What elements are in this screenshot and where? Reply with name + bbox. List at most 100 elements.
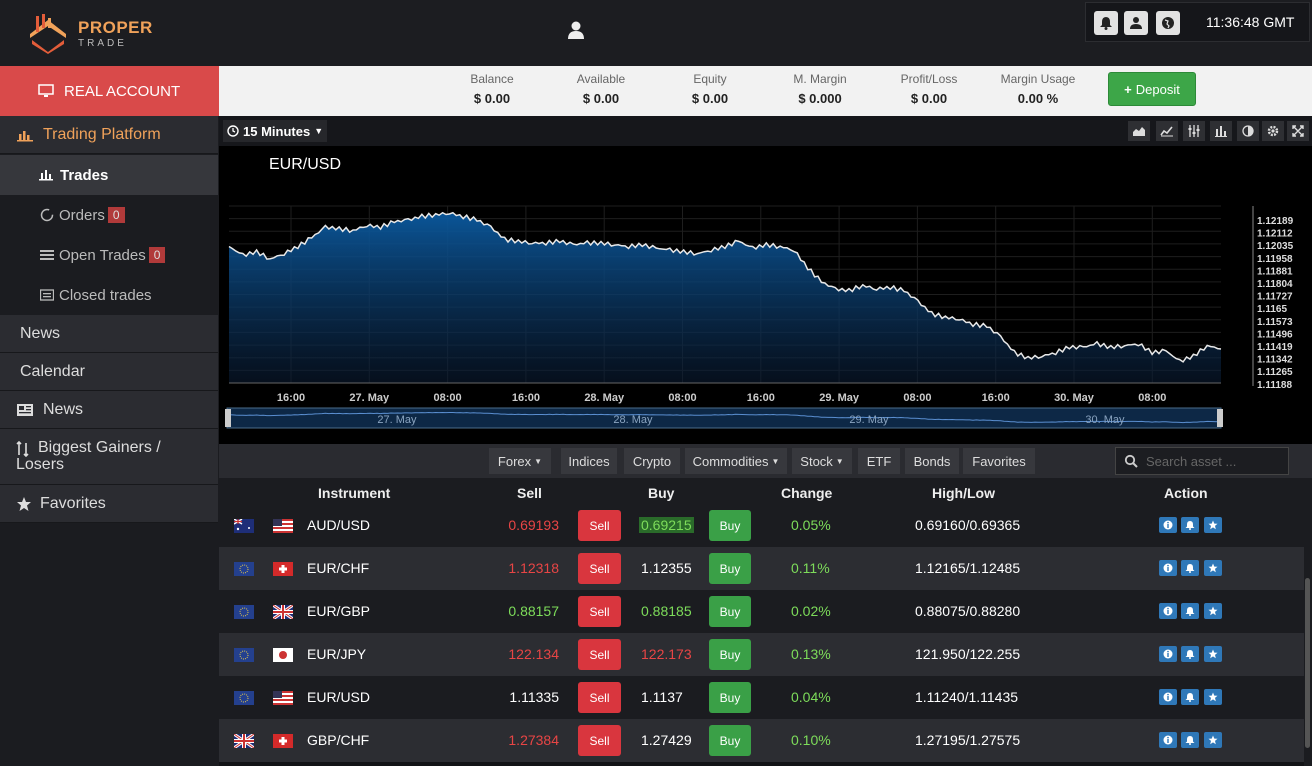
table-row[interactable]: GBP/CHF 1.27384 Sell 1.27429 Buy 0.10% 1.27195…	[219, 719, 1304, 762]
col-action[interactable]: Action	[1164, 485, 1208, 501]
sidebar-item-biggest-gainers[interactable]: Biggest Gainers / Losers	[0, 429, 218, 485]
alert-bell-icon[interactable]	[1181, 732, 1199, 748]
sliders-icon[interactable]	[1183, 121, 1205, 141]
sidebar-item-news[interactable]: News	[0, 391, 218, 429]
filter-forex[interactable]: Forex ▼	[489, 448, 551, 474]
line-chart-icon[interactable]	[1156, 121, 1178, 141]
favorite-star-icon[interactable]	[1204, 646, 1222, 662]
instrument-name[interactable]: GBP/CHF	[307, 732, 369, 748]
gear-icon[interactable]	[1262, 121, 1284, 141]
table-row[interactable]: EUR/USD 1.11335 Sell 1.1137 Buy 0.04% 1.11240/…	[219, 676, 1304, 719]
sidebar-item-trades[interactable]: Trades	[0, 155, 218, 195]
buy-button[interactable]: Buy	[709, 725, 751, 756]
filter-stock[interactable]: Stock ▼	[792, 448, 852, 474]
sidebar-item-trading-platform[interactable]: Trading Platform	[0, 116, 218, 154]
alert-bell-icon[interactable]	[1181, 517, 1199, 533]
table-row[interactable]: EUR/JPY 122.134 Sell 122.173 Buy 0.13% 121.950…	[219, 633, 1304, 676]
sell-button[interactable]: Sell	[578, 682, 621, 713]
instrument-name[interactable]: EUR/USD	[307, 689, 370, 705]
profile-icon[interactable]	[1124, 11, 1148, 35]
stat-balance: Balance $ 0.00	[470, 72, 514, 106]
stat-available: Available $ 0.00	[576, 72, 626, 106]
info-icon[interactable]	[1159, 560, 1177, 576]
alert-bell-icon[interactable]	[1181, 689, 1199, 705]
sell-button[interactable]: Sell	[578, 553, 621, 584]
sell-button[interactable]: Sell	[578, 510, 621, 541]
col-change[interactable]: Change	[781, 485, 832, 501]
col-sell[interactable]: Sell	[517, 485, 542, 501]
search-box[interactable]	[1115, 447, 1289, 475]
instrument-name[interactable]: AUD/USD	[307, 517, 370, 533]
buy-button[interactable]: Buy	[709, 510, 751, 541]
deposit-label: Deposit	[1135, 81, 1180, 97]
buy-button[interactable]: Buy	[709, 682, 751, 713]
alert-bell-icon[interactable]	[1181, 560, 1199, 576]
navigator[interactable]	[226, 407, 1222, 429]
user-icon[interactable]	[566, 20, 586, 43]
sell-button[interactable]: Sell	[578, 639, 621, 670]
table-row[interactable]: AUD/USD 0.69193 Sell 0.69215 Buy 0.05% 0.69160…	[219, 504, 1304, 547]
sidebar-item-orders[interactable]: Orders 0	[0, 195, 218, 235]
table-scrollbar[interactable]	[1304, 478, 1312, 766]
col-buy[interactable]: Buy	[648, 485, 674, 501]
sell-button[interactable]: Sell	[578, 725, 621, 756]
alert-bell-icon[interactable]	[1181, 603, 1199, 619]
instrument-name[interactable]: EUR/JPY	[307, 646, 366, 662]
table-row[interactable]: EUR/CHF 1.12318 Sell 1.12355 Buy 0.11% 1.12165…	[219, 547, 1304, 590]
search-input[interactable]	[1146, 453, 1286, 469]
info-icon[interactable]	[1159, 732, 1177, 748]
sidebar-item-calendar[interactable]: Calendar	[0, 353, 218, 391]
info-icon[interactable]	[1159, 603, 1177, 619]
filter-commodities[interactable]: Commodities ▼	[685, 448, 787, 474]
info-icon[interactable]	[1159, 689, 1177, 705]
info-icon[interactable]	[1159, 646, 1177, 662]
logo-name: PROPER	[78, 18, 153, 37]
bell-icon[interactable]	[1094, 11, 1118, 35]
eu-flag-icon	[234, 648, 254, 662]
info-icon[interactable]	[1159, 517, 1177, 533]
price-chart[interactable]: 1.12189 1.121121.12035 1.119581.11881 1.118…	[219, 146, 1312, 444]
sidebar-item-favorites[interactable]: Favorites	[0, 485, 218, 523]
filter-crypto[interactable]: Crypto	[624, 448, 680, 474]
caret-down-icon: ▼	[534, 456, 543, 466]
col-high-low[interactable]: High/Low	[932, 485, 995, 501]
col-instrument[interactable]: Instrument	[318, 485, 390, 501]
favorite-star-icon[interactable]	[1204, 689, 1222, 705]
instrument-name[interactable]: EUR/GBP	[307, 603, 370, 619]
globe-icon[interactable]	[1156, 11, 1180, 35]
sidebar-item-open-trades[interactable]: Open Trades 0	[0, 235, 218, 275]
navigator-handle-right[interactable]	[1217, 409, 1223, 427]
scrollbar-thumb[interactable]	[1305, 578, 1310, 748]
favorite-star-icon[interactable]	[1204, 732, 1222, 748]
favorite-star-icon[interactable]	[1204, 560, 1222, 576]
y-tick-label: 1.11342	[1257, 355, 1293, 366]
sell-button[interactable]: Sell	[578, 596, 621, 627]
bar-chart-icon[interactable]	[1210, 121, 1232, 141]
area-chart-icon[interactable]	[1128, 121, 1150, 141]
filter-favorites[interactable]: Favorites	[963, 448, 1035, 474]
instrument-name[interactable]: EUR/CHF	[307, 560, 369, 576]
real-account-button[interactable]: REAL ACCOUNT	[0, 66, 219, 116]
buy-button[interactable]: Buy	[709, 596, 751, 627]
buy-button[interactable]: Buy	[709, 639, 751, 670]
filter-indices[interactable]: Indices	[561, 448, 617, 474]
timeframe-dropdown[interactable]: 15 Minutes ▼	[223, 120, 328, 142]
fullscreen-icon[interactable]	[1287, 121, 1309, 141]
logo[interactable]: PROPER TRADE	[26, 12, 166, 54]
sidebar-item-closed-trades[interactable]: Closed trades	[0, 275, 218, 315]
filter-bonds[interactable]: Bonds	[905, 448, 959, 474]
buy-button[interactable]: Buy	[709, 553, 751, 584]
filter-etf[interactable]: ETF	[858, 448, 900, 474]
high-low: 1.27195/1.27575	[915, 732, 1021, 748]
switzerland-flag-icon	[273, 734, 293, 748]
table-row[interactable]: EUR/GBP 0.88157 Sell 0.88185 Buy 0.02% 0.88075…	[219, 590, 1304, 633]
alert-bell-icon[interactable]	[1181, 646, 1199, 662]
change-percent: 0.05%	[791, 517, 831, 533]
x-tick-label: 16:00	[277, 392, 305, 404]
navigator-handle-left[interactable]	[225, 409, 231, 427]
favorite-star-icon[interactable]	[1204, 517, 1222, 533]
deposit-button[interactable]: + Deposit	[1108, 72, 1196, 106]
favorite-star-icon[interactable]	[1204, 603, 1222, 619]
contrast-icon[interactable]	[1237, 121, 1259, 141]
sidebar-item-news-main[interactable]: News	[0, 315, 218, 353]
